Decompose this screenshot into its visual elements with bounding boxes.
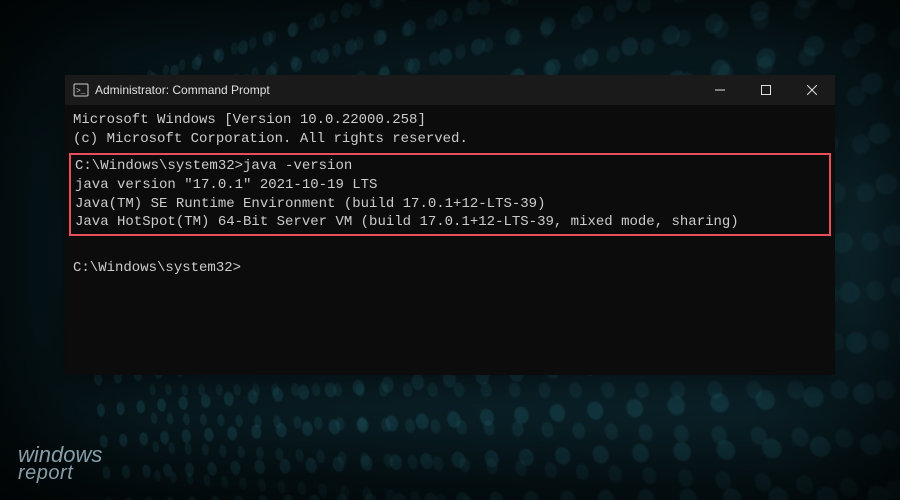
titlebar[interactable]: >_ Administrator: Command Prompt: [65, 75, 835, 105]
cmd-icon: >_: [73, 82, 89, 98]
svg-text:>_: >_: [76, 87, 86, 96]
prompt-2: C:\Windows\system32>: [73, 260, 241, 276]
output-line-3: Java HotSpot(TM) 64-Bit Server VM (build…: [75, 214, 739, 230]
window-title: Administrator: Command Prompt: [95, 83, 270, 97]
command-prompt-window: >_ Administrator: Command Prompt Microso…: [65, 75, 835, 375]
header-line-2: (c) Microsoft Corporation. All rights re…: [73, 131, 468, 147]
command-1: java -version: [243, 158, 352, 174]
highlighted-command-block: C:\Windows\system32>java -version java v…: [69, 153, 831, 237]
maximize-button[interactable]: [743, 75, 789, 105]
prompt-1: C:\Windows\system32>: [75, 158, 243, 174]
minimize-button[interactable]: [697, 75, 743, 105]
watermark-line2: report: [18, 465, 102, 482]
output-line-1: java version "17.0.1" 2021-10-19 LTS: [75, 177, 377, 193]
terminal-output-area[interactable]: Microsoft Windows [Version 10.0.22000.25…: [65, 105, 835, 375]
watermark-logo: windows report: [18, 446, 102, 482]
close-button[interactable]: [789, 75, 835, 105]
output-line-2: Java(TM) SE Runtime Environment (build 1…: [75, 196, 545, 212]
header-line-1: Microsoft Windows [Version 10.0.22000.25…: [73, 112, 426, 128]
